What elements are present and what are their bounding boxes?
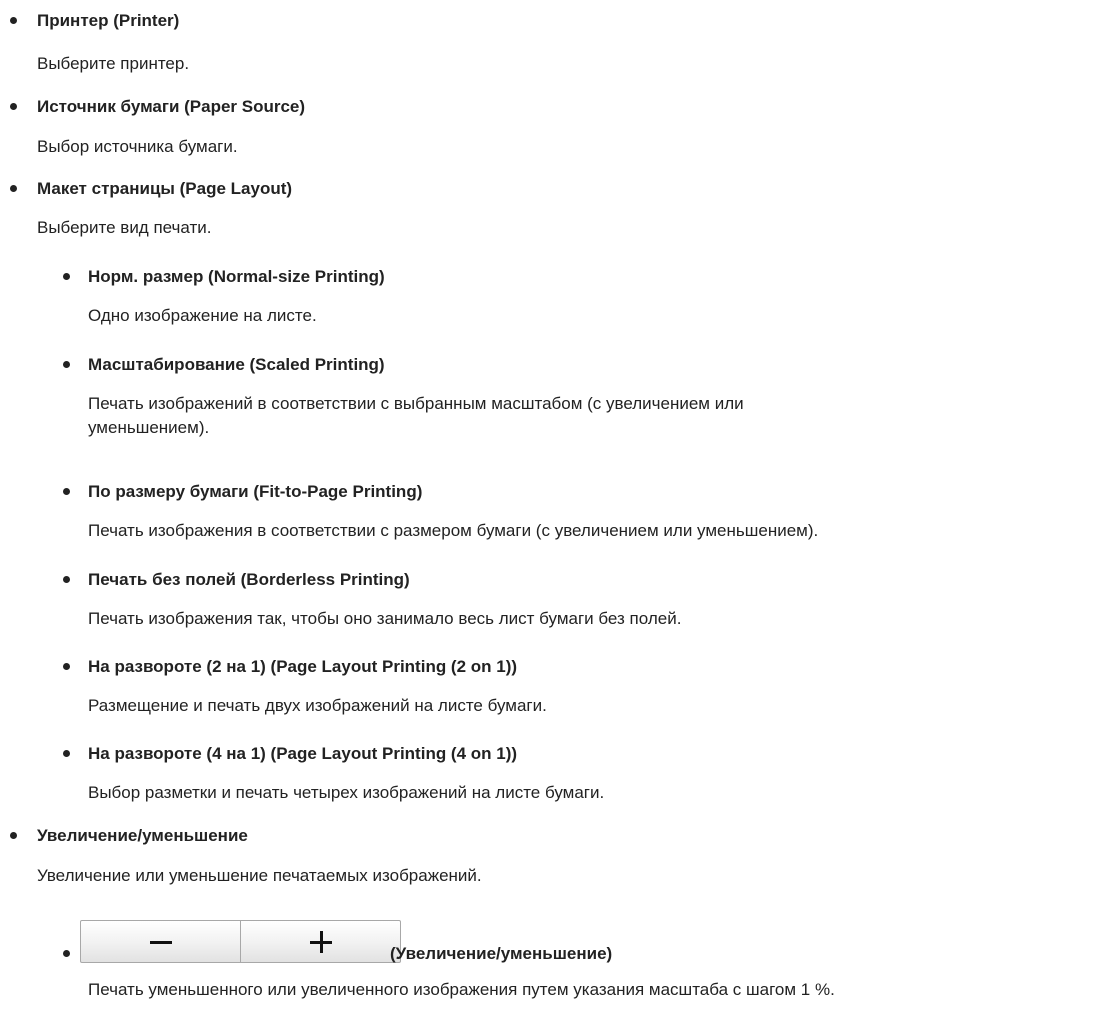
borderless-heading: Печать без полей (Borderless Printing) xyxy=(88,570,410,589)
help-page: Принтер (Printer) Выберите принтер. Исто… xyxy=(0,0,1109,1022)
zoom-control-description: Печать уменьшенного или увеличенного изо… xyxy=(88,980,835,999)
bullet-icon xyxy=(63,950,70,957)
printer-description: Выберите принтер. xyxy=(37,54,190,73)
zoom-stepper[interactable] xyxy=(80,920,401,963)
layout-4on1-heading: На развороте (4 на 1) (Page Layout Print… xyxy=(88,744,518,763)
minus-icon xyxy=(149,940,172,944)
bullet-icon xyxy=(63,273,70,280)
bullet-icon xyxy=(63,663,70,670)
scaled-description: Печать изображений в соответствии с выбр… xyxy=(88,394,744,437)
paper-source-heading: Источник бумаги (Paper Source) xyxy=(37,97,306,116)
zoom-control-label: (Увеличение/уменьшение) xyxy=(390,944,613,963)
layout-2on1-heading: На развороте (2 на 1) (Page Layout Print… xyxy=(88,657,518,676)
normal-size-description: Одно изображение на листе. xyxy=(88,306,317,325)
fit-to-page-heading: По размеру бумаги (Fit-to-Page Printing) xyxy=(88,482,423,501)
zoom-out-button[interactable] xyxy=(81,921,240,962)
layout-4on1-description: Выбор разметки и печать четырех изображе… xyxy=(88,783,605,802)
printer-heading: Принтер (Printer) xyxy=(37,11,180,30)
normal-size-heading: Норм. размер (Normal-size Printing) xyxy=(88,267,385,286)
fit-to-page-description: Печать изображения в соответствии с разм… xyxy=(88,521,819,540)
page-layout-description: Выберите вид печати. xyxy=(37,218,212,237)
bullet-icon xyxy=(63,750,70,757)
bullet-icon xyxy=(63,576,70,583)
layout-2on1-description: Размещение и печать двух изображений на … xyxy=(88,696,547,715)
plus-icon xyxy=(319,930,323,953)
bullet-icon xyxy=(63,488,70,495)
zoom-description: Увеличение или уменьшение печатаемых изо… xyxy=(37,866,482,885)
bullet-icon xyxy=(10,17,17,24)
bullet-icon xyxy=(10,832,17,839)
bullet-icon xyxy=(10,103,17,110)
zoom-heading: Увеличение/уменьшение xyxy=(37,826,248,845)
borderless-description: Печать изображения так, чтобы оно занима… xyxy=(88,609,682,628)
page-layout-heading: Макет страницы (Page Layout) xyxy=(37,179,293,198)
bullet-icon xyxy=(63,361,70,368)
paper-source-description: Выбор источника бумаги. xyxy=(37,137,238,156)
zoom-in-button[interactable] xyxy=(240,921,400,962)
bullet-icon xyxy=(10,185,17,192)
scaled-heading: Масштабирование (Scaled Printing) xyxy=(88,355,385,374)
